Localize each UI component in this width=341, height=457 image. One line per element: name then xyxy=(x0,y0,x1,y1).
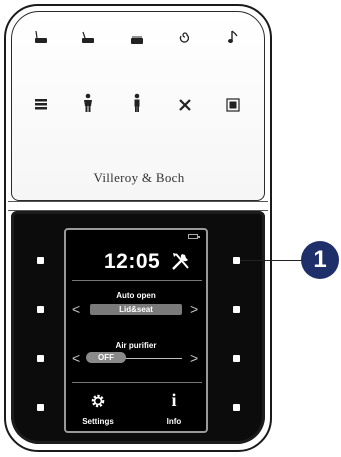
info-icon: i xyxy=(171,390,177,410)
left-button-1[interactable] xyxy=(37,257,44,264)
gear-icon xyxy=(91,394,105,408)
function-panel: Villeroy & Boch xyxy=(11,11,265,201)
rear-wash-icon[interactable] xyxy=(32,28,50,46)
air-purifier-toggle[interactable]: OFF xyxy=(86,352,126,363)
chevron-right-icon[interactable]: > xyxy=(190,351,198,365)
chevron-right-icon[interactable]: > xyxy=(190,302,198,316)
music-note-icon[interactable] xyxy=(224,28,242,46)
dryer-icon[interactable] xyxy=(128,30,146,48)
tools-icon[interactable] xyxy=(170,250,192,272)
right-button-2[interactable] xyxy=(233,306,240,313)
fan-icon[interactable] xyxy=(176,96,194,114)
chevron-left-icon[interactable]: < xyxy=(72,351,80,365)
brand-logo: Villeroy & Boch xyxy=(93,170,185,185)
left-button-4[interactable] xyxy=(37,404,44,411)
display-screen: 12:05 Auto open < Lid&seat > Air purifie… xyxy=(64,228,208,433)
divider xyxy=(8,201,268,211)
auto-open-label: Auto open xyxy=(116,291,156,300)
stack-icon[interactable] xyxy=(32,96,50,114)
auto-open-value[interactable]: Lid&seat xyxy=(90,304,182,315)
spiral-icon[interactable] xyxy=(176,28,194,46)
right-button-1[interactable] xyxy=(233,257,240,264)
info-label: Info xyxy=(166,417,182,426)
battery-icon xyxy=(188,234,200,239)
square-icon[interactable] xyxy=(224,96,242,114)
clock-time: 12:05 xyxy=(104,250,161,273)
separator-line xyxy=(72,280,202,281)
callout-badge: 1 xyxy=(301,241,339,279)
info-button[interactable]: i Info xyxy=(144,390,204,428)
right-button-3[interactable] xyxy=(233,355,240,362)
settings-button[interactable]: Settings xyxy=(68,390,128,428)
air-purifier-label: Air purifier xyxy=(115,341,157,350)
lady-wash-icon[interactable] xyxy=(79,28,97,46)
person-icon[interactable] xyxy=(79,93,97,112)
separator-line xyxy=(72,382,202,383)
callout-pointer xyxy=(240,260,304,261)
left-button-2[interactable] xyxy=(37,306,44,313)
right-button-4[interactable] xyxy=(233,404,240,411)
settings-label: Settings xyxy=(82,417,114,426)
left-button-3[interactable] xyxy=(37,355,44,362)
chevron-left-icon[interactable]: < xyxy=(72,302,80,316)
person-standing-icon[interactable] xyxy=(128,93,146,112)
